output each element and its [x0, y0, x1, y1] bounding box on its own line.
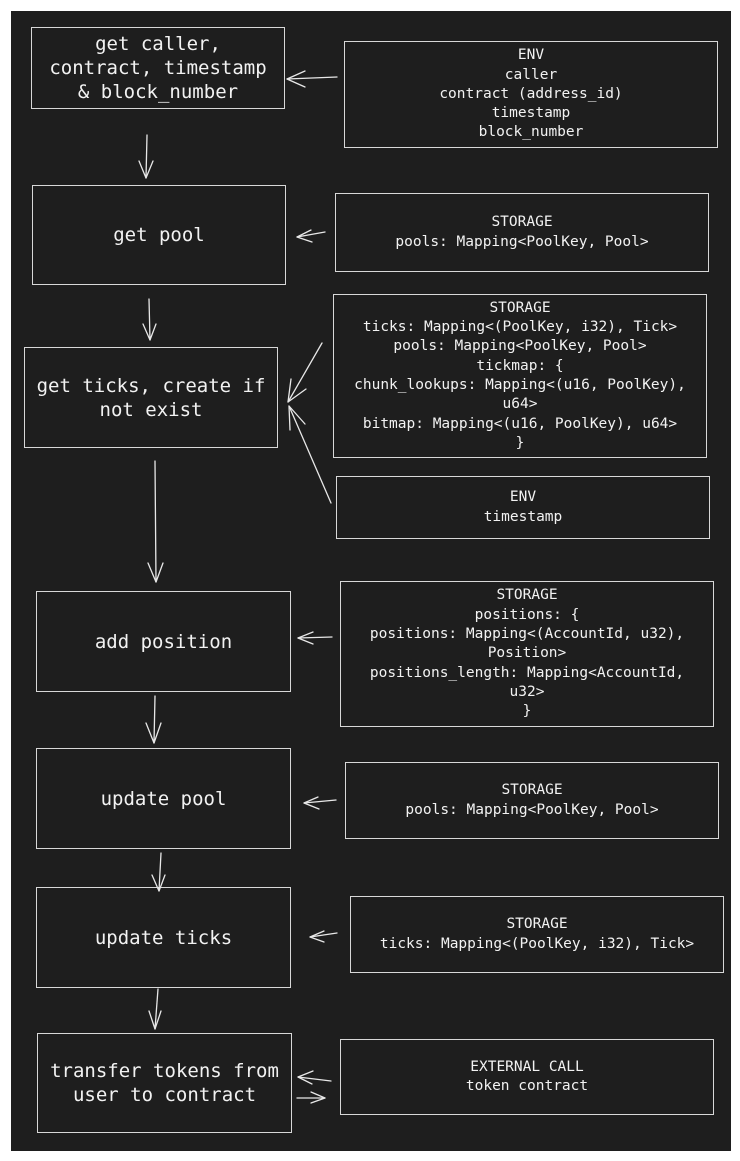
source-storage-ticks-tickmap: STORAGE ticks: Mapping<(PoolKey, i32), T… [333, 294, 707, 458]
source-text-line: positions: { [474, 606, 580, 623]
step-add-position: add position [36, 591, 291, 692]
source-text-line: positions: Mapping<(AccountId, u32), [369, 626, 685, 643]
source-storage-pools-1: STORAGE pools: Mapping<PoolKey, Pool> [335, 193, 709, 272]
step-text-line: add position [94, 630, 233, 653]
step-text-line: not exist [99, 398, 203, 421]
source-text-line: caller [504, 66, 558, 83]
source-text-line: } [522, 703, 532, 720]
source-storage-ticks: STORAGE ticks: Mapping<(PoolKey, i32), T… [350, 896, 724, 973]
source-text-line: positions_length: Mapping<AccountId, [369, 664, 685, 681]
source-text-line: STORAGE [496, 587, 558, 604]
source-text-line: pools: Mapping<PoolKey, Pool> [405, 801, 659, 818]
source-text-line: block_number [478, 124, 584, 141]
step-get-context: get caller, contract, timestamp & block_… [31, 27, 285, 109]
source-text-line: Position> [487, 645, 567, 662]
source-text-line: STORAGE [489, 299, 551, 316]
source-text-line: STORAGE [491, 214, 553, 231]
step-text-line: transfer tokens from [50, 1060, 279, 1082]
source-text-line: ticks: Mapping<(PoolKey, i32), Tick> [379, 935, 695, 952]
step-text-line: update ticks [94, 926, 233, 949]
source-text-line: token contract [465, 1078, 589, 1094]
source-storage-positions: STORAGE positions: { positions: Mapping<… [340, 581, 714, 727]
source-text-line: ENV [517, 47, 545, 64]
source-text-line: ENV [509, 489, 537, 506]
source-env-timestamp: ENV timestamp [336, 476, 710, 539]
step-text-line: get pool [113, 224, 205, 246]
step-text-line: update pool [100, 787, 227, 810]
step-text-line: user to contract [72, 1084, 257, 1106]
source-text-line: pools: Mapping<PoolKey, Pool> [393, 338, 647, 355]
step-text-line: get caller, [95, 33, 221, 55]
source-text-line: pools: Mapping<PoolKey, Pool> [395, 233, 649, 250]
source-text-line: ticks: Mapping<(PoolKey, i32), Tick> [362, 319, 678, 336]
step-get-ticks: get ticks, create if not exist [24, 347, 278, 448]
source-text-line: chunk_lookups: Mapping<(u16, PoolKey), [354, 377, 686, 393]
step-update-pool: update pool [36, 748, 291, 849]
source-env-context: ENV caller contract (address_id) timesta… [344, 41, 718, 148]
source-text-line: u32> [509, 683, 545, 700]
source-text-line: STORAGE [501, 782, 563, 799]
source-external-call: EXTERNAL CALL token contract [340, 1039, 714, 1115]
source-text-line: STORAGE [506, 916, 568, 933]
step-transfer-tokens: transfer tokens from user to contract [37, 1033, 292, 1133]
source-text-line: timestamp [483, 508, 563, 525]
source-text-line: tickmap: { [476, 357, 564, 374]
step-get-pool: get pool [32, 185, 286, 285]
source-text-line: } [515, 434, 525, 451]
source-text-line: timestamp [491, 105, 571, 122]
step-text-line: & block_number [77, 81, 239, 103]
source-storage-pools-2: STORAGE pools: Mapping<PoolKey, Pool> [345, 762, 719, 839]
source-text-line: EXTERNAL CALL [470, 1058, 584, 1075]
step-text-line: get ticks, create if [36, 374, 266, 397]
step-text-line: contract, timestamp [49, 57, 267, 79]
step-update-ticks: update ticks [36, 887, 291, 988]
source-text-line: bitmap: Mapping<(u16, PoolKey), u64> [362, 415, 678, 432]
source-text-line: contract (address_id) [439, 85, 623, 102]
source-text-line: u64> [502, 396, 538, 413]
